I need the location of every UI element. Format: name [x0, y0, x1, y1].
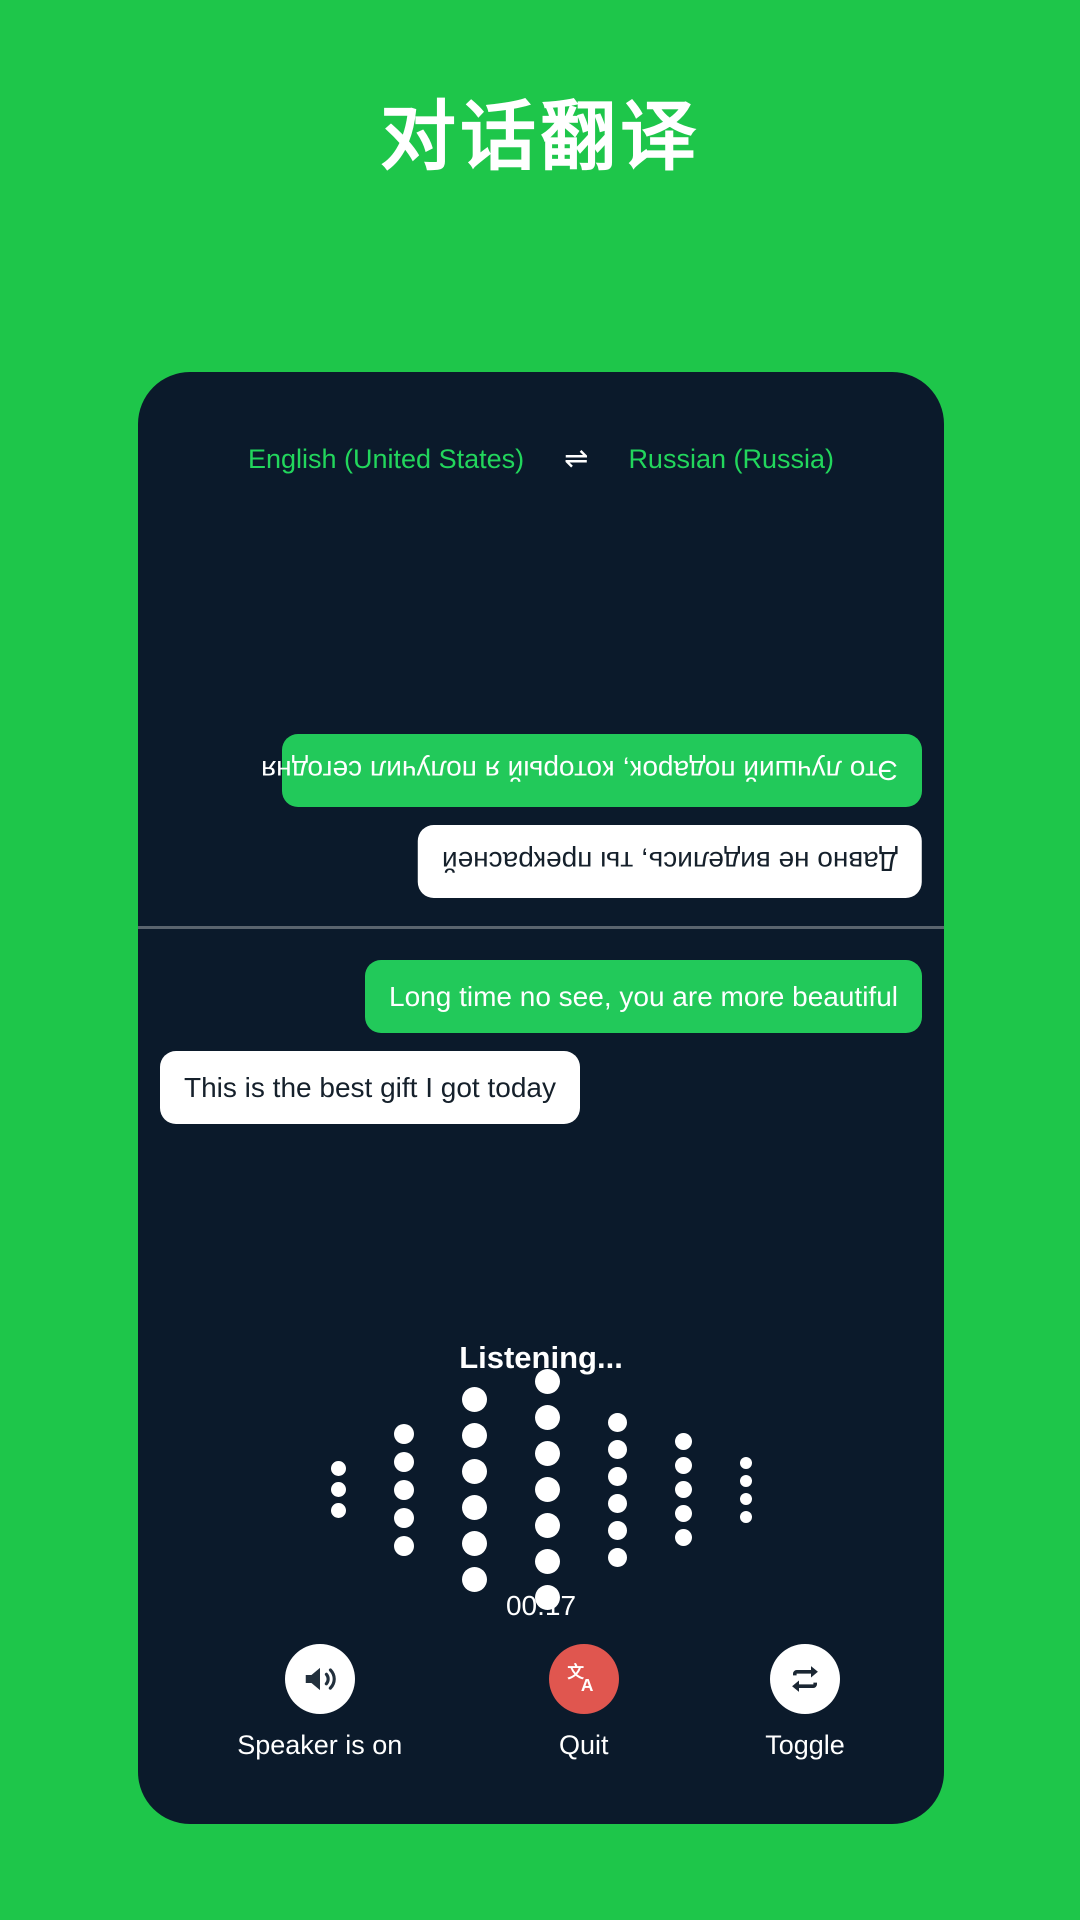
waveform-dot [674, 1529, 692, 1546]
message-row: Это лучший подарок, который я получил се… [160, 734, 922, 807]
waveform-dot [739, 1474, 752, 1487]
waveform-dot [330, 1482, 346, 1497]
waveform-dot [739, 1510, 752, 1523]
waveform-dot [461, 1567, 487, 1592]
recording-timer: 00:17 [505, 1590, 577, 1621]
waveform-dot [607, 1493, 627, 1513]
waveform-dot [534, 1405, 560, 1430]
source-messages-pane: Long time no see, you are more beautiful… [138, 934, 944, 1294]
message-bubble-translated-1[interactable]: Это лучший подарок, который я получил се… [261, 734, 922, 807]
bottom-controls: Speaker is on 文 A Quit Toggle [138, 1644, 944, 1761]
waveform-dot [461, 1531, 487, 1556]
speaker-toggle-label: Speaker is on [237, 1730, 403, 1760]
page-title: 对话翻译 [380, 95, 700, 180]
waveform-dot [461, 1387, 487, 1412]
waveform-dot [607, 1547, 627, 1567]
waveform-dot [674, 1505, 692, 1522]
app-screen: 对话翻译 English (United States) ⇌ Russian (… [0, 0, 1080, 1920]
waveform-dot [393, 1507, 414, 1528]
speaker-toggle-button[interactable]: Speaker is on [237, 1644, 402, 1761]
waveform-dot [330, 1503, 346, 1518]
toggle-button[interactable]: Toggle [765, 1644, 845, 1761]
toggle-label: Toggle [765, 1730, 845, 1760]
svg-text:A: A [581, 1675, 594, 1695]
waveform-dot [534, 1477, 560, 1502]
waveform-column [393, 1423, 414, 1556]
swap-horizontal-icon[interactable]: ⇌ [564, 445, 588, 474]
waveform-dot [461, 1423, 487, 1448]
language-bar: English (United States) ⇌ Russian (Russi… [138, 444, 944, 475]
message-bubble-source-1[interactable]: Long time no see, you are more beautiful [365, 960, 922, 1033]
waveform-column [461, 1387, 487, 1592]
waveform-column [534, 1369, 560, 1610]
message-bubble-translated-2[interactable]: Давно не виделись, ты прекрасней [418, 825, 922, 898]
waveform-column [674, 1433, 692, 1546]
waveform-dot [607, 1439, 627, 1459]
waveform-dot [674, 1481, 692, 1498]
quit-label: Quit [559, 1730, 609, 1760]
waveform-dot [461, 1495, 487, 1520]
waveform-dot [674, 1433, 692, 1450]
waveform-column [739, 1456, 752, 1523]
waveform-dot [393, 1479, 414, 1500]
waveform-dot [393, 1535, 414, 1556]
swap-repeat-icon [769, 1644, 840, 1714]
quit-button[interactable]: 文 A Quit [548, 1644, 619, 1761]
waveform-dot [330, 1461, 346, 1476]
waveform-dot [534, 1549, 560, 1574]
audio-waveform-visualizer [138, 1369, 944, 1610]
waveform-dot [607, 1466, 627, 1486]
waveform-dot [534, 1441, 560, 1466]
message-row: Давно не виделись, ты прекрасней [160, 825, 922, 898]
waveform-dot [393, 1423, 414, 1444]
source-language-selector[interactable]: English (United States) [248, 444, 524, 475]
message-bubble-source-2[interactable]: This is the best gift I got today [160, 1051, 580, 1124]
translate-icon: 文 A [548, 1644, 619, 1714]
waveform-dot [739, 1456, 752, 1469]
waveform-column [330, 1461, 346, 1518]
waveform-dot [607, 1412, 627, 1432]
waveform-dot [534, 1369, 560, 1394]
target-language-selector[interactable]: Russian (Russia) [628, 444, 834, 475]
message-row: This is the best gift I got today [160, 1051, 922, 1124]
waveform-column [607, 1412, 627, 1567]
waveform-dot [534, 1513, 560, 1538]
pane-divider [138, 926, 944, 929]
translated-messages-pane: Это лучший подарок, который я получил се… [138, 512, 944, 912]
waveform-dot [393, 1451, 414, 1472]
waveform-dot [607, 1520, 627, 1540]
waveform-dot [461, 1459, 487, 1484]
waveform-dot [739, 1492, 752, 1505]
conversation-card: English (United States) ⇌ Russian (Russi… [138, 372, 944, 1824]
speaker-on-icon [284, 1644, 355, 1714]
message-row: Long time no see, you are more beautiful [160, 960, 922, 1033]
waveform-dot [674, 1457, 692, 1474]
